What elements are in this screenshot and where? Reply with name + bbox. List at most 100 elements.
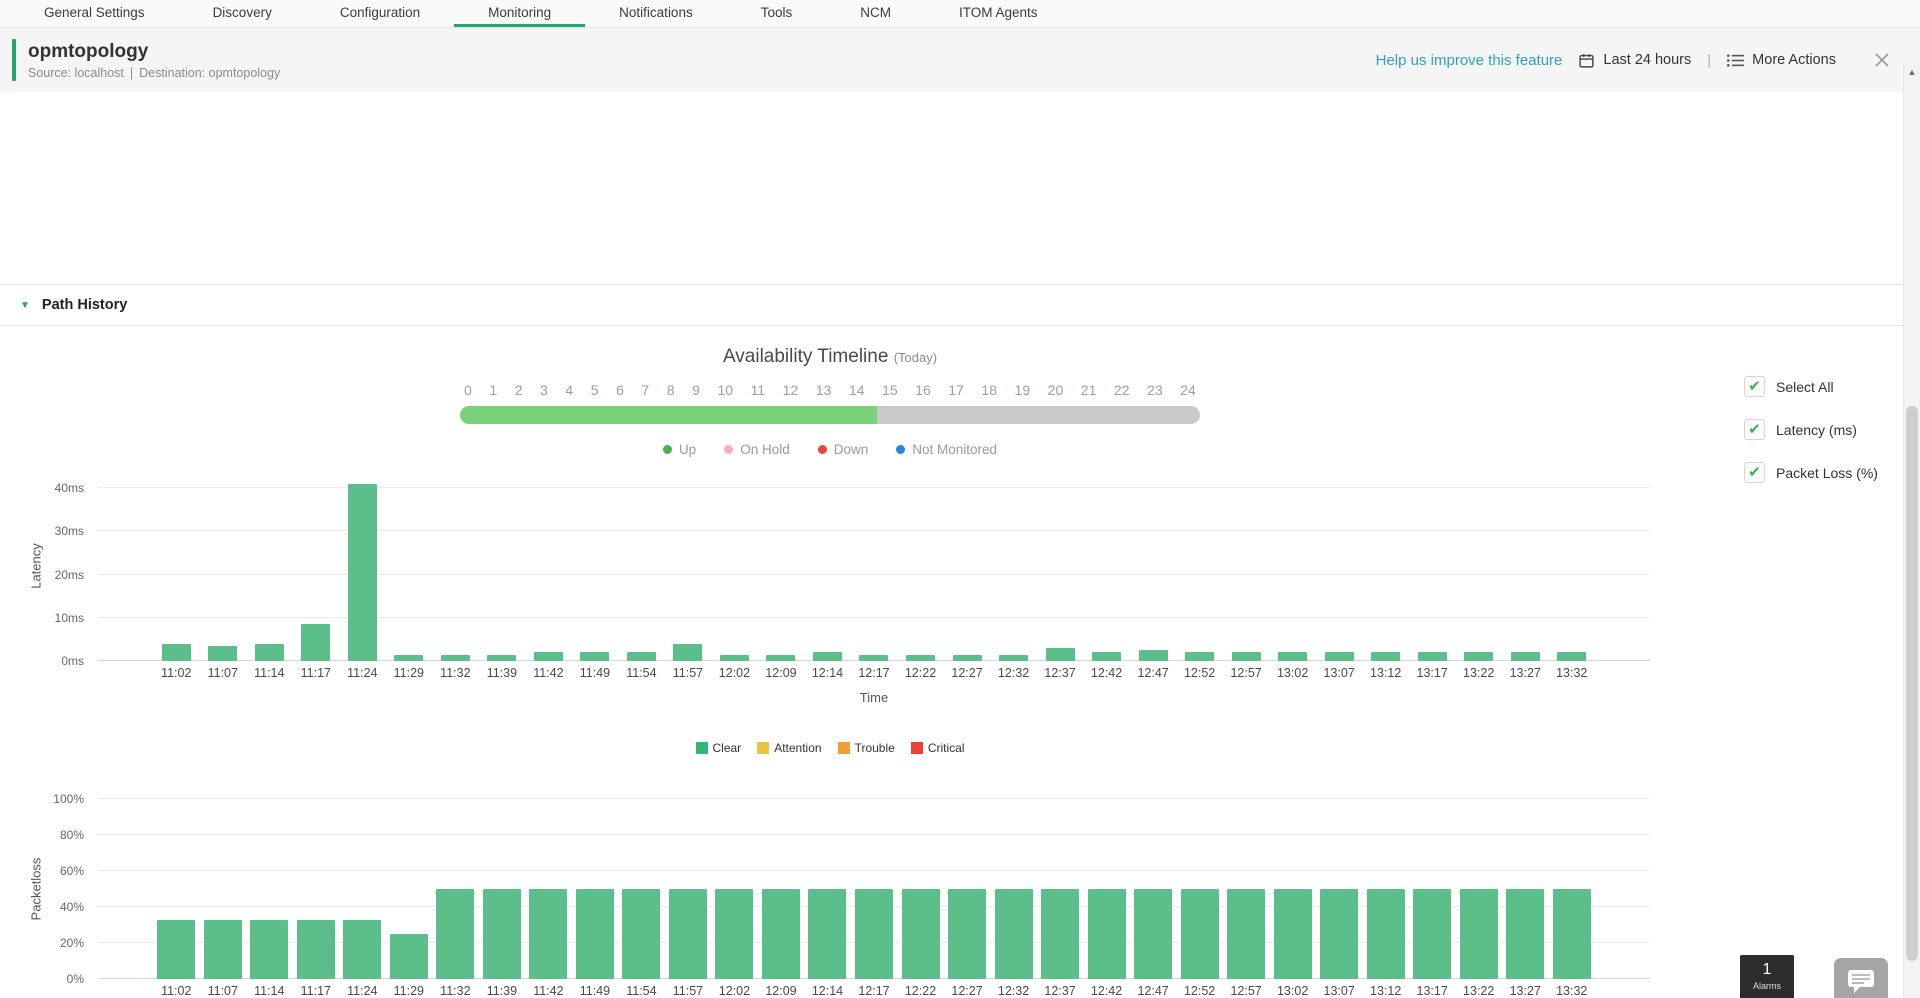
packetloss-bar-13:07[interactable] [1320, 889, 1358, 979]
nav-tab-notifications[interactable]: Notifications [585, 0, 727, 27]
chat-button[interactable] [1834, 958, 1888, 998]
latency-bar-11:57[interactable] [673, 644, 702, 661]
nav-tab-configuration[interactable]: Configuration [306, 0, 454, 27]
latency-bar-13:12[interactable] [1371, 652, 1400, 661]
packetloss-bar-12:17[interactable] [855, 889, 893, 979]
checkbox-packet-loss[interactable]: ✔Packet Loss (%) [1744, 462, 1878, 483]
more-actions-button[interactable]: More Actions [1727, 52, 1836, 68]
checkbox-select-all[interactable]: ✔Select All [1744, 376, 1878, 397]
close-button[interactable] [1874, 52, 1890, 68]
nav-tab-discovery[interactable]: Discovery [179, 0, 306, 27]
legend-label: On Hold [740, 442, 790, 457]
path-history-header[interactable]: ▼ Path History [0, 284, 1920, 326]
latency-bar-11:02[interactable] [162, 644, 191, 661]
latency-bar-11:24[interactable] [348, 484, 377, 661]
latency-bar-12:22[interactable] [906, 655, 935, 661]
x-tick-label: 11:24 [339, 666, 386, 680]
bar-slot [572, 799, 619, 979]
latency-bar-12:32[interactable] [999, 655, 1028, 661]
x-tick-label: 13:32 [1548, 666, 1595, 680]
latency-bar-12:57[interactable] [1232, 652, 1261, 661]
packetloss-bar-11:02[interactable] [157, 920, 195, 979]
packetloss-bar-11:07[interactable] [204, 920, 242, 979]
latency-bar-12:14[interactable] [813, 652, 842, 661]
latency-bar-12:27[interactable] [953, 655, 982, 661]
packetloss-bar-12:52[interactable] [1181, 889, 1219, 979]
packetloss-bar-12:27[interactable] [948, 889, 986, 979]
latency-bar-11:32[interactable] [441, 655, 470, 661]
y-tick-label: 60% [60, 864, 84, 878]
scrollbar-thumb[interactable] [1906, 406, 1918, 961]
packetloss-bar-12:42[interactable] [1088, 889, 1126, 979]
packetloss-bar-12:02[interactable] [715, 889, 753, 979]
packetloss-bar-11:54[interactable] [622, 889, 660, 979]
nav-tab-general-settings[interactable]: General Settings [10, 0, 179, 27]
packetloss-bar-12:22[interactable] [902, 889, 940, 979]
packetloss-bar-12:32[interactable] [995, 889, 1033, 979]
latency-bar-13:27[interactable] [1511, 652, 1540, 661]
checkbox-box[interactable]: ✔ [1744, 419, 1765, 440]
packetloss-bar-11:39[interactable] [483, 889, 521, 979]
alarms-badge[interactable]: 1 Alarms [1740, 955, 1794, 998]
packetloss-bar-13:12[interactable] [1367, 889, 1405, 979]
packetloss-bar-11:57[interactable] [669, 889, 707, 979]
latency-bar-11:42[interactable] [534, 652, 563, 661]
packetloss-bar-11:14[interactable] [250, 920, 288, 979]
checkbox-latency-ms[interactable]: ✔Latency (ms) [1744, 419, 1878, 440]
scrollbar-up-arrow[interactable]: ▲ [1904, 62, 1920, 77]
latency-bar-12:17[interactable] [859, 655, 888, 661]
hour-label: 10 [717, 382, 733, 398]
latency-bar-12:42[interactable] [1092, 652, 1121, 661]
packetloss-bar-12:14[interactable] [808, 889, 846, 979]
packetloss-bar-11:32[interactable] [436, 889, 474, 979]
packetloss-bar-11:49[interactable] [576, 889, 614, 979]
latency-bar-11:29[interactable] [394, 655, 423, 661]
latency-bar-11:39[interactable] [487, 655, 516, 661]
latency-bar-11:07[interactable] [208, 646, 237, 661]
latency-bar-13:02[interactable] [1278, 652, 1307, 661]
latency-bar-12:37[interactable] [1046, 648, 1075, 661]
status-legend-item-attention[interactable]: Attention [757, 741, 821, 755]
latency-bar-12:47[interactable] [1139, 650, 1168, 661]
packetloss-bar-13:27[interactable] [1506, 889, 1544, 979]
status-legend-item-clear[interactable]: Clear [696, 741, 742, 755]
nav-tab-monitoring[interactable]: Monitoring [454, 0, 585, 27]
packetloss-bar-13:32[interactable] [1553, 889, 1591, 979]
scrollbar[interactable]: ▲ [1903, 62, 1920, 998]
checkbox-box[interactable]: ✔ [1744, 462, 1765, 483]
status-legend-item-trouble[interactable]: Trouble [838, 741, 895, 755]
nav-tab-ncm[interactable]: NCM [826, 0, 925, 27]
legend-dot-icon [896, 445, 905, 454]
legend-square-icon [911, 742, 923, 754]
latency-bar-13:22[interactable] [1464, 652, 1493, 661]
packetloss-bar-11:17[interactable] [297, 920, 335, 979]
packetloss-bar-12:09[interactable] [762, 889, 800, 979]
packetloss-bar-12:47[interactable] [1134, 889, 1172, 979]
latency-bar-11:49[interactable] [580, 652, 609, 661]
nav-tab-tools[interactable]: Tools [727, 0, 827, 27]
packetloss-bar-13:02[interactable] [1274, 889, 1312, 979]
packetloss-bar-11:24[interactable] [343, 920, 381, 979]
packetloss-bar-13:22[interactable] [1460, 889, 1498, 979]
packetloss-bar-13:17[interactable] [1413, 889, 1451, 979]
latency-bar-11:17[interactable] [301, 624, 330, 661]
latency-bar-11:14[interactable] [255, 644, 284, 661]
latency-bar-12:09[interactable] [766, 655, 795, 661]
latency-bar-11:54[interactable] [627, 652, 656, 661]
help-improve-link[interactable]: Help us improve this feature [1376, 52, 1563, 69]
latency-bar-13:17[interactable] [1418, 652, 1447, 661]
packetloss-bar-11:29[interactable] [390, 934, 428, 979]
packetloss-bar-11:42[interactable] [529, 889, 567, 979]
collapse-caret-icon[interactable]: ▼ [20, 300, 30, 311]
latency-bar-13:32[interactable] [1557, 652, 1586, 661]
latency-bar-12:52[interactable] [1185, 652, 1214, 661]
latency-bar-13:07[interactable] [1325, 652, 1354, 661]
latency-bar-12:02[interactable] [720, 655, 749, 661]
checkbox-box[interactable]: ✔ [1744, 376, 1765, 397]
time-range-selector[interactable]: Last 24 hours [1578, 52, 1691, 69]
packetloss-bar-12:37[interactable] [1041, 889, 1079, 979]
status-legend-item-critical[interactable]: Critical [911, 741, 965, 755]
timeline-hours: 0123456789101112131415161718192021222324 [464, 382, 1196, 398]
packetloss-bar-12:57[interactable] [1227, 889, 1265, 979]
nav-tab-itom-agents[interactable]: ITOM Agents [925, 0, 1072, 27]
